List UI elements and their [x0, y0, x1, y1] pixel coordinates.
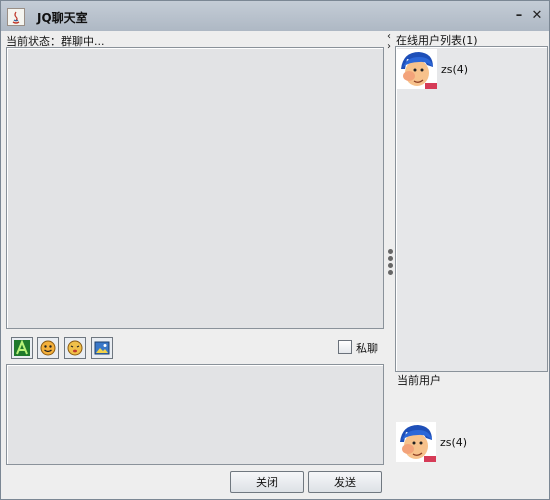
- minimize-button[interactable]: –: [511, 7, 527, 23]
- close-button[interactable]: 关闭: [230, 471, 304, 493]
- image-button[interactable]: [91, 337, 113, 359]
- close-window-button[interactable]: ✕: [529, 7, 545, 23]
- current-user-name: zs(4): [440, 435, 468, 449]
- image-icon: [94, 341, 110, 355]
- current-user-label: 当前用户: [397, 374, 441, 387]
- title-bar[interactable]: JQ聊天室 – ✕: [1, 1, 549, 31]
- emoji-button[interactable]: [37, 337, 59, 359]
- avatar-icon: [396, 422, 436, 462]
- font-icon: [14, 340, 30, 356]
- java-app-icon: [7, 8, 25, 26]
- online-user-name: zs(4): [441, 62, 469, 76]
- client-area: 当前状态：群聊中... ‹ › 私聊 关闭 发送 在线用户列表(1) zs(4)…: [2, 31, 548, 498]
- emoji-icon: [40, 340, 56, 356]
- message-history-area[interactable]: [6, 47, 384, 329]
- avatar-icon: [397, 49, 437, 89]
- divider-grip-dot[interactable]: [388, 256, 393, 261]
- private-chat-checkbox[interactable]: [338, 340, 352, 354]
- window-title: JQ聊天室: [37, 11, 88, 25]
- send-button[interactable]: 发送: [308, 471, 382, 493]
- shake-button[interactable]: [64, 337, 86, 359]
- divider-grip-dot[interactable]: [388, 270, 393, 275]
- chat-window: JQ聊天室 – ✕ 当前状态：群聊中... ‹ › 私聊 关闭 发送 在线用户列…: [0, 0, 550, 500]
- divider-grip-dot[interactable]: [388, 249, 393, 254]
- divider-right-arrow-icon[interactable]: ›: [387, 42, 391, 52]
- online-user-item[interactable]: zs(4): [397, 49, 468, 89]
- font-button[interactable]: [11, 337, 33, 359]
- private-chat-label: 私聊: [356, 342, 378, 355]
- shake-icon: [67, 340, 83, 356]
- divider-grip-dot[interactable]: [388, 263, 393, 268]
- current-user-item: zs(4): [396, 422, 467, 462]
- online-users-list[interactable]: zs(4): [395, 46, 548, 372]
- message-input-area[interactable]: [6, 364, 384, 465]
